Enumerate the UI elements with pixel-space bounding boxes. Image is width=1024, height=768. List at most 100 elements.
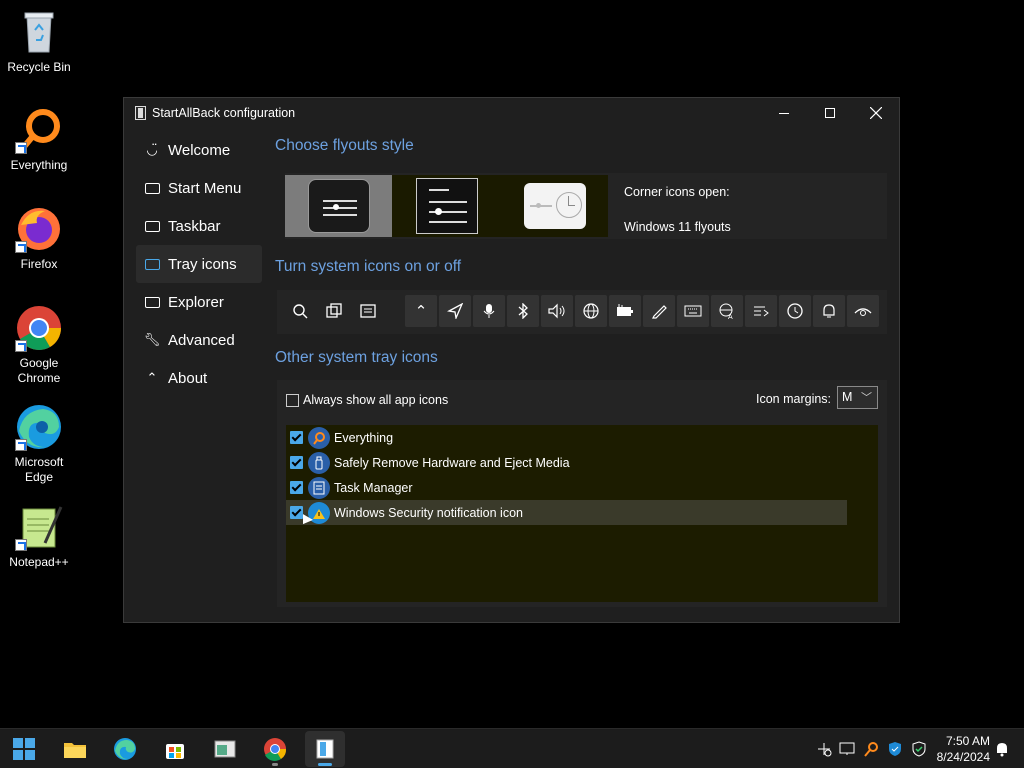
- notification-bell-icon[interactable]: [993, 740, 1011, 758]
- sidebar-item-about[interactable]: ⌃ About: [136, 359, 262, 397]
- taskbar-clock[interactable]: 7:50 AM 8/24/2024: [934, 733, 990, 765]
- svg-text:A: A: [728, 314, 733, 319]
- desktop-icon-label: Microsoft Edge: [14, 455, 64, 484]
- input-icon[interactable]: [745, 295, 777, 327]
- defender-tray-icon[interactable]: [910, 740, 928, 758]
- list-item-label: Everything: [334, 430, 394, 445]
- startallback-icon: [316, 739, 334, 759]
- shortcut-arrow-icon: [15, 142, 27, 154]
- taskbar-store[interactable]: [155, 731, 195, 767]
- network-icon[interactable]: [575, 295, 607, 327]
- store-icon: [166, 744, 184, 759]
- sidebar-item-welcome[interactable]: ◡̈ Welcome: [136, 131, 262, 169]
- checkbox-checked[interactable]: [290, 431, 303, 444]
- everything-tray-icon[interactable]: [862, 740, 880, 758]
- task-view-icon[interactable]: [318, 295, 350, 327]
- section-title-other-tray: Other system tray icons: [275, 349, 438, 366]
- monitor-tray-icon[interactable]: [838, 740, 856, 758]
- security-tray-icon[interactable]: [886, 740, 904, 758]
- location-icon[interactable]: [439, 295, 471, 327]
- desktop-icon-edge[interactable]: Microsoft Edge: [2, 403, 76, 485]
- tray-icon: [144, 257, 160, 271]
- notepadpp-icon: [15, 503, 63, 551]
- desktop-icon-label: Notepad++: [9, 555, 69, 569]
- window-app-icon: [214, 740, 236, 758]
- always-show-checkbox[interactable]: Always show all app icons: [286, 393, 448, 407]
- desktop-icon-everything[interactable]: Everything: [2, 106, 76, 173]
- flyout-option-windows7[interactable]: [501, 175, 608, 237]
- widgets-icon[interactable]: [352, 295, 384, 327]
- list-item[interactable]: Windows Security notification icon: [286, 500, 847, 525]
- sidebar-item-tray-icons[interactable]: Tray icons: [136, 245, 262, 283]
- chevron-up-icon[interactable]: ⌃: [405, 295, 437, 327]
- tray-icon-list: Everything Safely Remove Hardware and Ej…: [286, 425, 878, 602]
- checkbox-checked[interactable]: [290, 481, 303, 494]
- microphone-icon[interactable]: [473, 295, 505, 327]
- section-title-system-icons: Turn system icons on or off: [275, 258, 462, 275]
- start-button[interactable]: [4, 731, 44, 767]
- flyout-preview: [307, 179, 370, 233]
- flyout-option-windows10[interactable]: [392, 175, 501, 237]
- corner-icons-value: Windows 11 flyouts: [624, 220, 731, 234]
- volume-icon[interactable]: [541, 295, 573, 327]
- notification-icon[interactable]: [813, 295, 845, 327]
- language-icon[interactable]: A: [711, 295, 743, 327]
- flyout-option-windows11[interactable]: [285, 175, 392, 237]
- everything-icon: [15, 106, 63, 154]
- sidebar-item-label: Welcome: [168, 141, 231, 159]
- visibility-icon[interactable]: [847, 295, 879, 327]
- battery-icon[interactable]: [609, 295, 641, 327]
- list-item-label: Task Manager: [334, 480, 413, 495]
- folder-icon: [144, 295, 160, 309]
- folder-icon: [64, 743, 86, 758]
- shortcut-arrow-icon: [15, 439, 27, 451]
- list-item[interactable]: Safely Remove Hardware and Eject Media: [286, 450, 847, 475]
- flyout-preview: [415, 178, 478, 234]
- title-bar[interactable]: StartAllBack configuration: [124, 98, 899, 128]
- chrome-icon: [264, 738, 287, 761]
- taskbar-file-explorer[interactable]: [55, 731, 95, 767]
- desktop-icon-firefox[interactable]: Firefox: [2, 205, 76, 272]
- pen-icon[interactable]: [643, 295, 675, 327]
- taskbar-edge[interactable]: [105, 731, 145, 767]
- section-title-flyouts: Choose flyouts style: [275, 137, 414, 154]
- checkbox-unchecked[interactable]: [286, 393, 299, 407]
- system-icons-toolbar: ⌃ A: [277, 290, 887, 334]
- taskbar-icon: [144, 219, 160, 233]
- checkbox-checked[interactable]: [290, 506, 303, 519]
- windows-logo-icon: [13, 738, 35, 760]
- sidebar-item-advanced[interactable]: 🔧︎ Advanced: [136, 321, 262, 359]
- shortcut-arrow-icon: [15, 539, 27, 551]
- bluetooth-icon[interactable]: [507, 295, 539, 327]
- clock-icon[interactable]: [779, 295, 811, 327]
- always-show-label: Always show all app icons: [303, 393, 449, 407]
- desktop-icon-notepadpp[interactable]: Notepad++: [2, 503, 76, 570]
- network-tray-icon[interactable]: [815, 740, 833, 758]
- desktop-icon-recycle-bin[interactable]: Recycle Bin: [2, 8, 76, 75]
- list-item-label: Safely Remove Hardware and Eject Media: [334, 455, 570, 470]
- sidebar-item-start-menu[interactable]: Start Menu: [136, 169, 262, 207]
- checkbox-checked[interactable]: [290, 456, 303, 469]
- desktop-icon-chrome[interactable]: Google Chrome: [2, 304, 76, 386]
- search-icon[interactable]: [284, 295, 316, 327]
- shortcut-arrow-icon: [15, 241, 27, 253]
- recycle-bin-icon: [15, 8, 63, 56]
- sidebar-item-explorer[interactable]: Explorer: [136, 283, 262, 321]
- flyout-style-picker: Corner icons open: Windows 11 flyouts: [285, 173, 887, 239]
- keyboard-icon[interactable]: [677, 295, 709, 327]
- minimize-button[interactable]: [761, 98, 807, 128]
- wrench-icon: 🔧︎: [143, 332, 161, 347]
- icon-margins-label: Icon margins:: [756, 392, 832, 406]
- maximize-button[interactable]: [807, 98, 853, 128]
- taskbar-chrome[interactable]: [255, 731, 295, 767]
- list-item[interactable]: Task Manager: [286, 475, 847, 500]
- list-item[interactable]: Everything: [286, 425, 847, 450]
- sidebar-item-taskbar[interactable]: Taskbar: [136, 207, 262, 245]
- taskbar-app[interactable]: [205, 731, 245, 767]
- clock-time: 7:50 AM: [945, 734, 990, 748]
- close-button[interactable]: [853, 98, 899, 128]
- sidebar: ◡̈ Welcome Start Menu Taskbar Tray icons…: [136, 131, 262, 397]
- icon-margins-select[interactable]: M ﹀: [837, 386, 878, 409]
- list-item-label: Windows Security notification icon: [334, 505, 523, 520]
- taskbar-startallback[interactable]: [305, 731, 345, 767]
